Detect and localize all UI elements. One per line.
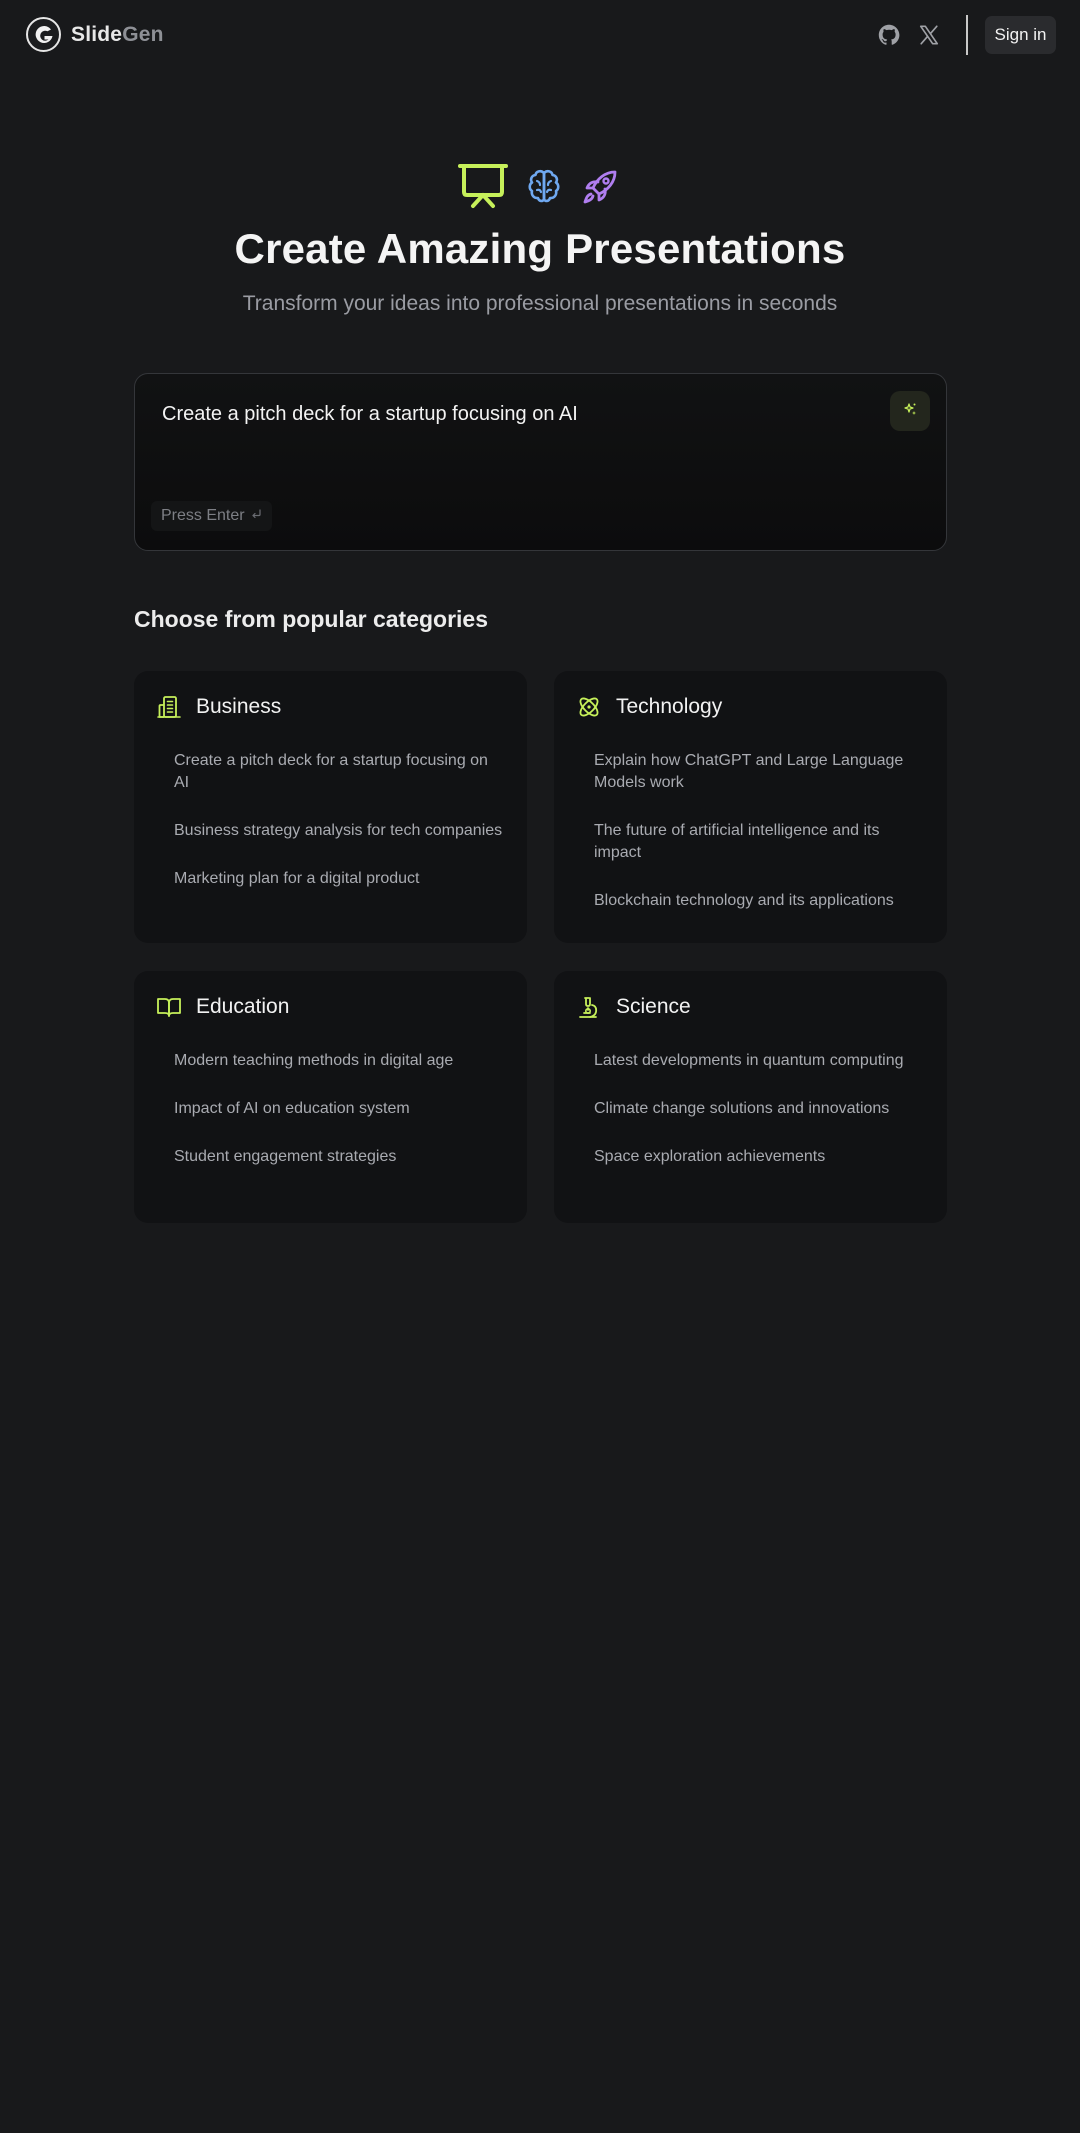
- suggestion-item[interactable]: Latest developments in quantum computing: [594, 1050, 924, 1072]
- category-title: Science: [616, 995, 691, 1018]
- presentation-icon: [457, 162, 509, 215]
- suggestion-item[interactable]: Student engagement strategies: [174, 1146, 504, 1168]
- hero-icons: [0, 162, 1080, 215]
- generate-button[interactable]: [890, 391, 930, 431]
- suggestion-item[interactable]: Climate change solutions and innovations: [594, 1098, 924, 1120]
- page-subtitle: Transform your ideas into professional p…: [242, 292, 838, 315]
- page-title: Create Amazing Presentations: [234, 225, 846, 272]
- brain-icon: [525, 167, 563, 210]
- suggestion-item[interactable]: Marketing plan for a digital product: [174, 868, 504, 890]
- category-title: Business: [196, 695, 282, 718]
- category-card-education: Education Modern teaching methods in dig…: [134, 971, 527, 1223]
- suggestion-item[interactable]: Explain how ChatGPT and Large Language M…: [594, 750, 924, 794]
- prompt-input[interactable]: Create a pitch deck for a startup focusi…: [134, 373, 947, 551]
- prompt-text[interactable]: Create a pitch deck for a startup focusi…: [162, 403, 842, 426]
- category-items: Explain how ChatGPT and Large Language M…: [594, 750, 924, 938]
- category-card-business: Business Create a pitch deck for a start…: [134, 671, 527, 943]
- category-title: Education: [196, 995, 290, 1018]
- category-header: Technology: [576, 694, 722, 720]
- enter-key-icon: [250, 507, 262, 525]
- category-header: Business: [156, 694, 281, 720]
- building-icon: [156, 694, 182, 720]
- suggestion-item[interactable]: Business strategy analysis for tech comp…: [174, 820, 504, 842]
- microscope-icon: [576, 994, 602, 1020]
- press-enter-hint: Press Enter: [151, 501, 272, 531]
- header-divider: [966, 15, 968, 55]
- x-icon[interactable]: [916, 22, 942, 48]
- category-title: Technology: [616, 695, 723, 718]
- rocket-icon: [579, 164, 623, 213]
- category-header: Education: [156, 994, 289, 1020]
- category-items: Modern teaching methods in digital age I…: [174, 1050, 504, 1194]
- book-open-icon: [156, 994, 182, 1020]
- suggestion-item[interactable]: Impact of AI on education system: [174, 1098, 504, 1120]
- sign-in-button[interactable]: Sign in: [985, 16, 1056, 54]
- category-items: Latest developments in quantum computing…: [594, 1050, 924, 1194]
- suggestion-item[interactable]: Create a pitch deck for a startup focusi…: [174, 750, 504, 794]
- logo-g-icon: [26, 17, 61, 52]
- category-header: Science: [576, 994, 691, 1020]
- category-card-science: Science Latest developments in quantum c…: [554, 971, 947, 1223]
- category-items: Create a pitch deck for a startup focusi…: [174, 750, 504, 916]
- brand-name-part2: Gen: [122, 22, 164, 46]
- atom-icon: [576, 694, 602, 720]
- brand-name-part1: Slide: [71, 22, 123, 46]
- suggestion-item[interactable]: Blockchain technology and its applicatio…: [594, 890, 924, 912]
- sparkle-icon: [902, 401, 918, 422]
- categories-heading: Choose from popular categories: [134, 606, 489, 632]
- suggestion-item[interactable]: The future of artificial intelligence an…: [594, 820, 924, 864]
- suggestion-item[interactable]: Space exploration achievements: [594, 1146, 924, 1168]
- category-card-technology: Technology Explain how ChatGPT and Large…: [554, 671, 947, 943]
- suggestion-item[interactable]: Modern teaching methods in digital age: [174, 1050, 504, 1072]
- brand-logo[interactable]: SlideGen: [26, 17, 164, 52]
- brand-name: SlideGen: [71, 23, 164, 47]
- top-nav: SlideGen Sign in: [0, 0, 1080, 70]
- press-enter-label: Press Enter: [161, 507, 245, 524]
- github-icon[interactable]: [876, 22, 902, 48]
